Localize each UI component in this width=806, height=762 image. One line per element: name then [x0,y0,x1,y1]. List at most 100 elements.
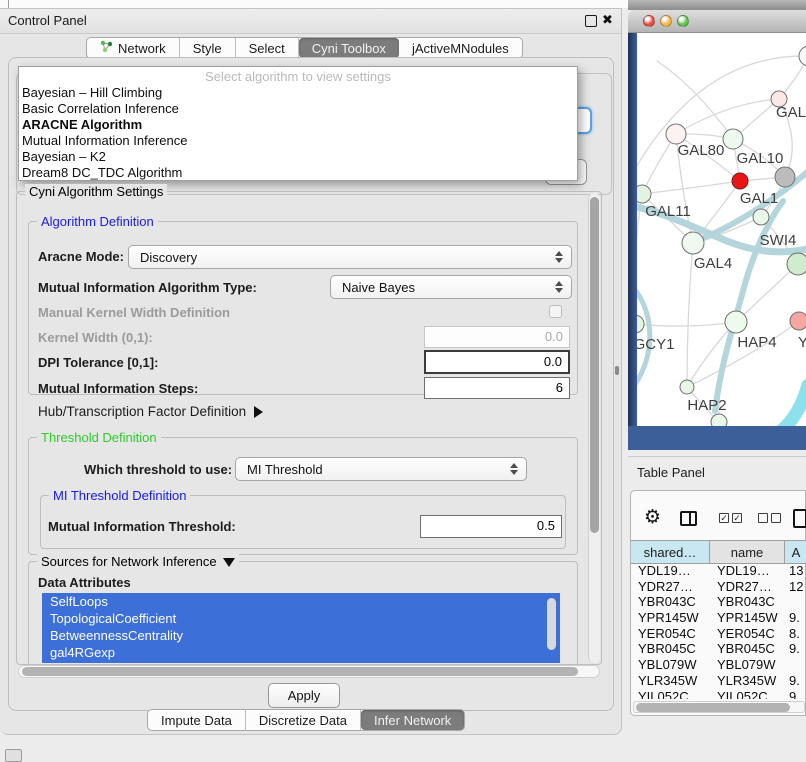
minimize-traffic-light[interactable] [660,15,672,27]
network-edge[interactable] [642,181,740,194]
algorithm-definition-title: Algorithm Definition [37,214,158,229]
attributes-scrollbar-thumb[interactable] [547,598,556,650]
table-cell [785,657,806,673]
checkbox-unchecked-icon[interactable] [758,513,768,523]
network-node[interactable] [682,232,704,254]
tab-select[interactable]: Select [236,38,299,58]
attribute-item[interactable]: SelfLoops [42,593,560,610]
network-node[interactable] [680,380,694,394]
table-row[interactable]: YBR045CYBR045C9. [631,641,806,657]
network-edge[interactable] [637,322,736,326]
network-edge[interactable] [637,283,650,387]
table-hscrollbar[interactable] [633,701,805,713]
algorithm-option[interactable]: Basic Correlation Inference [19,101,577,117]
network-node[interactable] [725,311,747,333]
data-attributes-list[interactable]: SelfLoopsTopologicalCoefficientBetweenne… [42,593,560,663]
table-hscrollbar-thumb[interactable] [636,703,790,712]
network-node[interactable] [637,185,651,203]
network-node[interactable] [732,173,748,189]
close-icon[interactable]: ✖ [602,12,613,28]
table-row[interactable]: YDR27…YDR27…12 [631,579,806,595]
algorithm-option[interactable]: Bayesian – Hill Climbing [19,85,577,101]
network-edge[interactable] [781,385,806,426]
network-view-canvas[interactable]: GALGAL80GAL10GAL1GAL11SWI4GAL4GCY1HAP4YH… [637,33,806,426]
tab-jactivemnodules[interactable]: jActiveMNodules [399,38,522,58]
network-node[interactable] [637,315,644,333]
column-view-icon[interactable] [680,511,697,526]
network-node[interactable] [790,312,806,330]
table-row[interactable]: YIL052CYIL052C9 [631,689,806,700]
tab-cyni-toolbox[interactable]: Cyni Toolbox [299,38,399,58]
settings-hscrollbar-thumb[interactable] [22,667,578,676]
settings-vscrollbar-thumb[interactable] [590,197,599,533]
mi-threshold-label: Mutual Information Threshold: [48,519,236,534]
attribute-item[interactable]: TopologicalCoefficient [42,610,560,627]
checkbox-unchecked-icon[interactable] [771,513,781,523]
manual-kernel-checkbox[interactable] [549,305,562,318]
table-row[interactable]: YER054CYER054C8. [631,626,806,642]
zoom-traffic-light[interactable] [677,15,689,27]
hub-section-toggle[interactable]: Hub/Transcription Factor Definition [38,403,263,421]
network-node[interactable] [787,253,806,275]
network-node[interactable] [666,124,686,144]
sources-title: Sources for Network Inference [41,554,217,569]
column-header-name[interactable]: name [710,541,785,563]
network-node[interactable] [711,414,727,426]
tab-label: Network [118,41,166,56]
file-icon[interactable] [793,509,806,528]
algorithm-option[interactable]: ARACNE Algorithm [19,117,577,133]
tab-impute-data[interactable]: Impute Data [148,710,246,730]
table-row[interactable]: YLR345WYLR345W9. [631,673,806,689]
column-header-partial[interactable]: A [785,541,806,563]
tab-network[interactable]: Network [87,38,180,58]
network-node[interactable] [753,209,769,225]
float-window-icon[interactable] [585,15,597,27]
kernel-width-field[interactable]: 0.0 [424,326,570,348]
gear-icon[interactable]: ⚙ [644,508,661,527]
attribute-item[interactable]: gal4RGexp [42,644,560,661]
close-traffic-light[interactable] [643,15,655,27]
mi-steps-field[interactable]: 6 [424,377,570,399]
network-node[interactable] [775,167,795,187]
table-row[interactable]: YBL079WYBL079W [631,657,806,673]
network-window-titlebar[interactable] [628,10,806,33]
column-header-shared[interactable]: shared… [631,541,710,563]
network-edge[interactable] [676,99,779,134]
settings-vscrollbar[interactable] [588,193,600,663]
collapsed-panel-grip-icon[interactable] [5,749,22,762]
table-cell: YER054C [710,626,785,642]
window-title: Control Panel [8,13,87,28]
algorithm-option[interactable]: Bayesian – K2 [19,149,577,165]
network-node[interactable] [723,129,743,149]
checkbox-checked-icon[interactable]: ✓ [719,513,729,523]
network-node[interactable] [799,46,806,66]
algorithm-option[interactable]: Mutual Information Inference [19,133,577,149]
control-panel-titlebar[interactable]: Control Panel ✖ [0,9,621,34]
network-edge[interactable] [687,243,693,387]
attribute-item[interactable]: BetweennessCentrality [42,627,560,644]
which-threshold-combobox[interactable]: MI Threshold [235,457,527,481]
network-window-frame-bottom [628,426,806,450]
dpi-tolerance-field[interactable]: 0.0 [424,350,570,374]
tab-infer-network[interactable]: Infer Network [361,710,464,730]
tab-style[interactable]: Style [180,38,236,58]
network-graph[interactable]: GALGAL80GAL10GAL1GAL11SWI4GAL4GCY1HAP4YH… [637,33,806,426]
table-row[interactable]: YPR145WYPR145W9. [631,610,806,626]
table-row[interactable]: YBR043CYBR043C [631,594,806,610]
apply-button[interactable]: Apply [268,683,340,708]
algorithm-option[interactable]: Dream8 DC_TDC Algorithm [19,165,577,181]
node-label: HAP4 [737,334,776,351]
aracne-mode-combobox[interactable]: Discovery [128,245,572,269]
tab-discretize-data[interactable]: Discretize Data [246,710,361,730]
mi-steps-label: Mutual Information Steps: [38,381,198,396]
table-cell: 9. [785,610,806,626]
threshold-definition-title: Threshold Definition [37,430,161,445]
mi-threshold-field[interactable]: 0.5 [420,515,562,538]
table-row[interactable]: YDL19…YDL19…13 [631,563,806,579]
mi-type-combobox[interactable]: Naive Bayes [330,275,572,299]
checkbox-checked-icon[interactable]: ✓ [732,513,742,523]
panel-divider-grip[interactable] [615,366,619,375]
sources-title-wrap[interactable]: Sources for Network Inference [37,554,239,569]
settings-hscrollbar[interactable] [18,665,600,678]
table-body[interactable]: YDL19…YDL19…13YDR27…YDR27…12YBR043CYBR04… [631,563,806,699]
